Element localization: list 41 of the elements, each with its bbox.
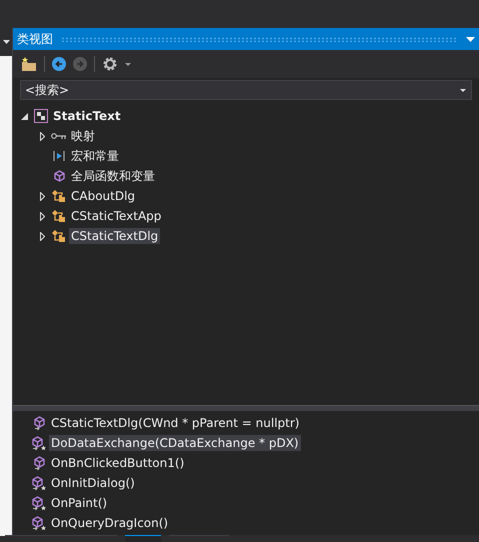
dropdown-icon[interactable] (2, 40, 10, 44)
method-override-icon (32, 496, 46, 510)
expand-icon[interactable] (40, 212, 44, 220)
new-folder-icon[interactable] (21, 57, 37, 71)
expand-icon[interactable] (40, 132, 44, 140)
expand-icon[interactable] (40, 232, 44, 240)
settings-icon[interactable] (102, 56, 118, 72)
key-icon (51, 132, 67, 140)
tree-item[interactable]: CStaticTextDlg (69, 228, 160, 244)
class-icon (51, 229, 67, 243)
member-item[interactable]: OnQueryDragIcon() (49, 515, 170, 531)
tree-item[interactable]: CStaticTextApp (69, 208, 164, 224)
member-item[interactable]: DoDataExchange(CDataExchange * pDX) (49, 435, 301, 451)
member-item[interactable]: OnInitDialog() (49, 475, 137, 491)
dropdown-icon[interactable] (460, 89, 466, 92)
member-item[interactable]: OnBnClickedButton1() (49, 455, 186, 471)
search-field[interactable]: <搜索> (20, 80, 472, 100)
panel-title: 类视图 (17, 30, 53, 48)
dropdown-icon[interactable] (125, 62, 131, 66)
tree-item[interactable]: 映射 (69, 126, 97, 146)
class-icon (51, 209, 67, 223)
method-icon (34, 416, 44, 430)
panel-tab[interactable] (125, 535, 161, 542)
tree-item[interactable]: CAboutDlg (69, 188, 138, 204)
method-icon (34, 456, 44, 470)
project-icon (34, 109, 48, 123)
macro-icon (53, 151, 65, 161)
method-override-icon (32, 476, 46, 490)
back-icon[interactable] (52, 57, 66, 71)
expand-icon[interactable] (40, 192, 44, 200)
tree-item[interactable]: StaticText (51, 108, 123, 124)
tree-item[interactable]: 全局函数和变量 (69, 166, 157, 186)
tree-item[interactable]: 宏和常量 (69, 146, 121, 166)
member-item[interactable]: CStaticTextDlg(CWnd * pParent = nullptr) (49, 415, 302, 431)
method-override-icon (32, 436, 46, 450)
collapse-icon[interactable] (20, 112, 28, 120)
dropdown-icon[interactable] (466, 36, 475, 42)
member-item[interactable]: OnPaint() (49, 495, 110, 511)
class-icon (51, 189, 67, 203)
method-override-icon (32, 516, 46, 530)
cube-icon (54, 170, 64, 182)
